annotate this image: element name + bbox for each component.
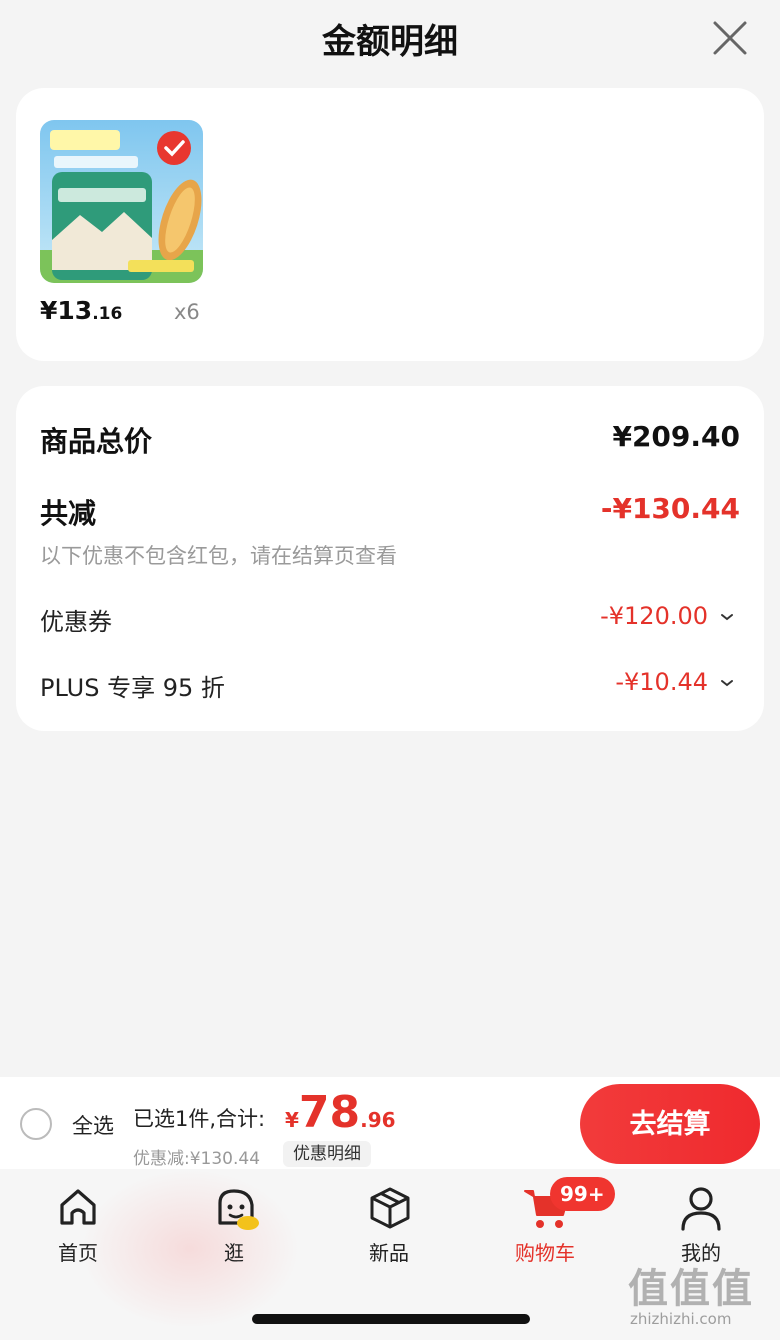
coupon-amount: -¥120.00 — [600, 602, 708, 630]
close-icon[interactable] — [712, 20, 748, 56]
checkout-bar: 全选 已选1件,合计: ¥78.96 优惠减:¥130.44 优惠明细 去结算 — [0, 1077, 780, 1169]
selected-summary: 已选1件,合计: — [133, 1107, 266, 1131]
price-detail-card: 商品总价 ¥209.40 共减 -¥130.44 以下优惠不包含红包，请在结算页… — [16, 386, 764, 731]
box-icon — [370, 1187, 410, 1229]
price-symbol: ¥ — [40, 296, 58, 325]
select-all-radio[interactable] — [20, 1108, 52, 1140]
checkout-button[interactable]: 去结算 — [580, 1084, 760, 1164]
header: 金额明细 — [0, 0, 780, 80]
watermark-url: zhizhizhi.com — [630, 1310, 732, 1328]
tab-label: 逛 — [224, 1241, 244, 1265]
chevron-down-icon[interactable] — [720, 612, 734, 622]
price-integer: 13 — [57, 296, 93, 325]
tab-label: 新品 — [369, 1241, 409, 1265]
page-title: 金额明细 — [322, 22, 458, 62]
total-price: ¥78.96 — [285, 1087, 396, 1138]
product-card: ¥13.16 x6 — [16, 88, 764, 361]
price-decimal: .16 — [92, 304, 123, 324]
tab-label: 首页 — [58, 1241, 98, 1265]
reduce-label: 共减 — [40, 497, 97, 530]
watermark-logo: 值值值 — [628, 1266, 754, 1312]
product-image[interactable] — [40, 120, 203, 283]
total-label: 商品总价 — [40, 425, 153, 458]
cart-badge: 99+ — [550, 1177, 615, 1211]
home-indicator[interactable] — [252, 1314, 530, 1324]
chevron-down-icon[interactable] — [720, 678, 734, 688]
tab-new[interactable]: 新品 — [329, 1185, 449, 1265]
stroll-icon — [218, 1189, 259, 1230]
total-yen: ¥ — [285, 1108, 299, 1132]
plus-amount: -¥10.44 — [615, 668, 708, 696]
discount-summary: 优惠减:¥130.44 — [133, 1149, 261, 1169]
user-icon — [681, 1187, 721, 1231]
reduce-amount: -¥130.44 — [600, 492, 740, 525]
amount-detail-screen: 金额明细 ¥13.16 x6 商品总价 ¥209.40 共减 -¥130.44 … — [0, 0, 780, 1340]
total-integer: 78 — [298, 1087, 361, 1138]
tab-cart[interactable]: 99+ 购物车 — [485, 1177, 615, 1265]
discount-note: 以下优惠不包含红包，请在结算页查看 — [40, 544, 397, 568]
watermark: 值值值 zhizhizhi.com — [626, 1254, 776, 1338]
total-amount: ¥209.40 — [612, 420, 740, 453]
coupon-label: 优惠券 — [40, 608, 112, 636]
tab-me[interactable]: 我的 — [641, 1185, 761, 1265]
tab-stroll[interactable]: 逛 — [174, 1185, 294, 1265]
unit-price: ¥13.16 — [40, 296, 122, 325]
select-all-label[interactable]: 全选 — [72, 1110, 114, 1140]
tab-label: 购物车 — [515, 1241, 575, 1265]
home-icon — [60, 1189, 96, 1225]
discount-detail-button[interactable]: 优惠明细 — [283, 1141, 371, 1167]
tab-home[interactable]: 首页 — [18, 1185, 138, 1265]
quantity: x6 — [174, 300, 200, 324]
plus-label: PLUS 专享 95 折 — [40, 674, 225, 702]
total-decimal: .96 — [360, 1108, 396, 1132]
